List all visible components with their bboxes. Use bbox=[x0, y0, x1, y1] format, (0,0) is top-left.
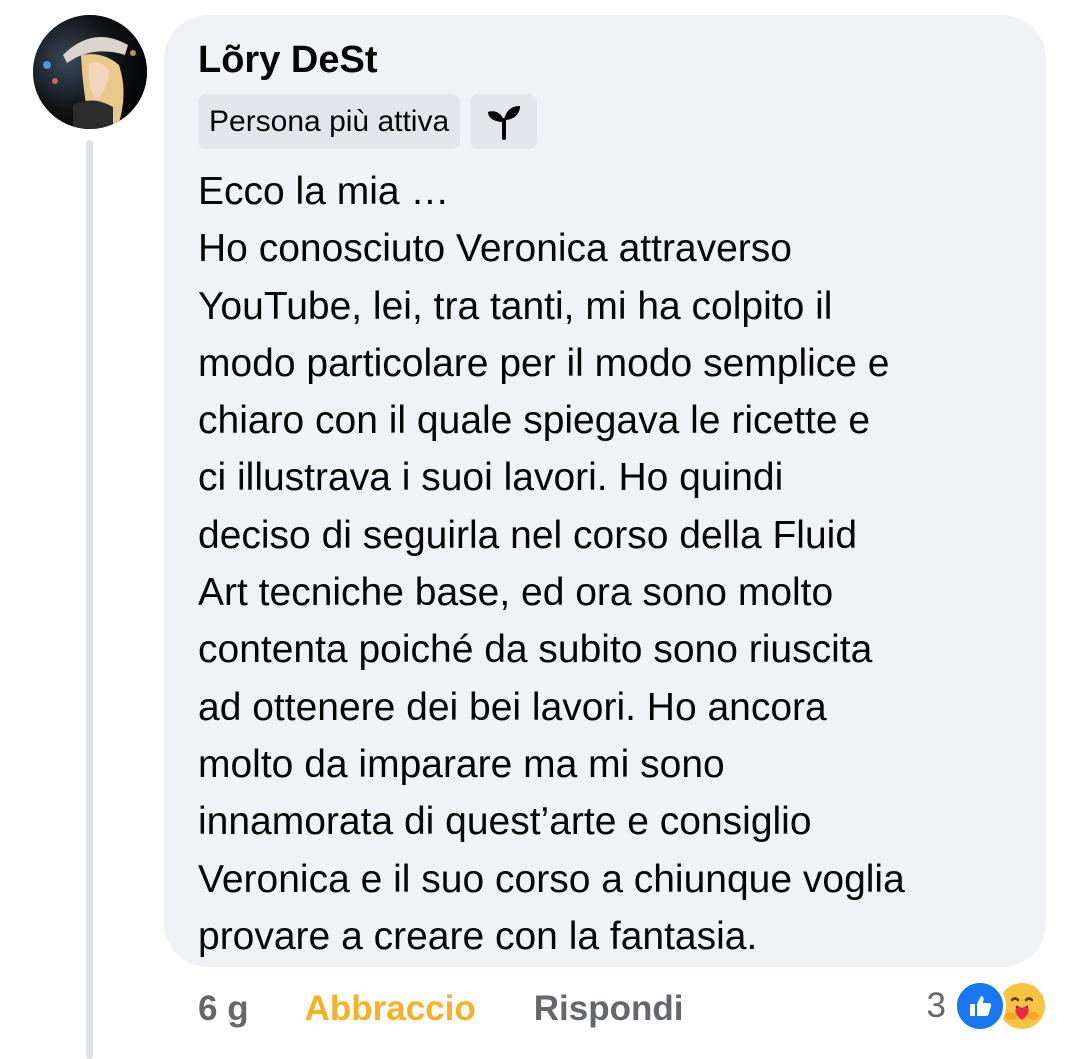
reaction-summary[interactable]: 3 bbox=[926, 980, 1048, 1032]
thread-line bbox=[86, 140, 93, 1059]
sprout-icon[interactable] bbox=[470, 94, 538, 149]
avatar[interactable] bbox=[33, 15, 147, 129]
reaction-count: 3 bbox=[926, 986, 946, 1025]
badge-row: Persona più attiva bbox=[198, 94, 1012, 149]
react-button[interactable]: Abbraccio bbox=[305, 989, 476, 1029]
comment-thread: Lõry DeSt Persona più attiva Ecco la mia… bbox=[0, 0, 1080, 1059]
comment-actions: 6 g Abbraccio Rispondi bbox=[198, 985, 683, 1033]
like-icon bbox=[954, 980, 1006, 1032]
avatar-image bbox=[33, 15, 147, 129]
reply-button[interactable]: Rispondi bbox=[534, 989, 684, 1029]
comment-text: Ecco la mia … Ho conosciuto Veronica att… bbox=[198, 170, 905, 958]
top-fan-badge[interactable]: Persona più attiva bbox=[198, 94, 461, 149]
author-name[interactable]: Lõry DeSt bbox=[198, 37, 1012, 83]
comment-bubble: Lõry DeSt Persona più attiva Ecco la mia… bbox=[164, 15, 1046, 967]
comment-timestamp[interactable]: 6 g bbox=[198, 989, 249, 1029]
